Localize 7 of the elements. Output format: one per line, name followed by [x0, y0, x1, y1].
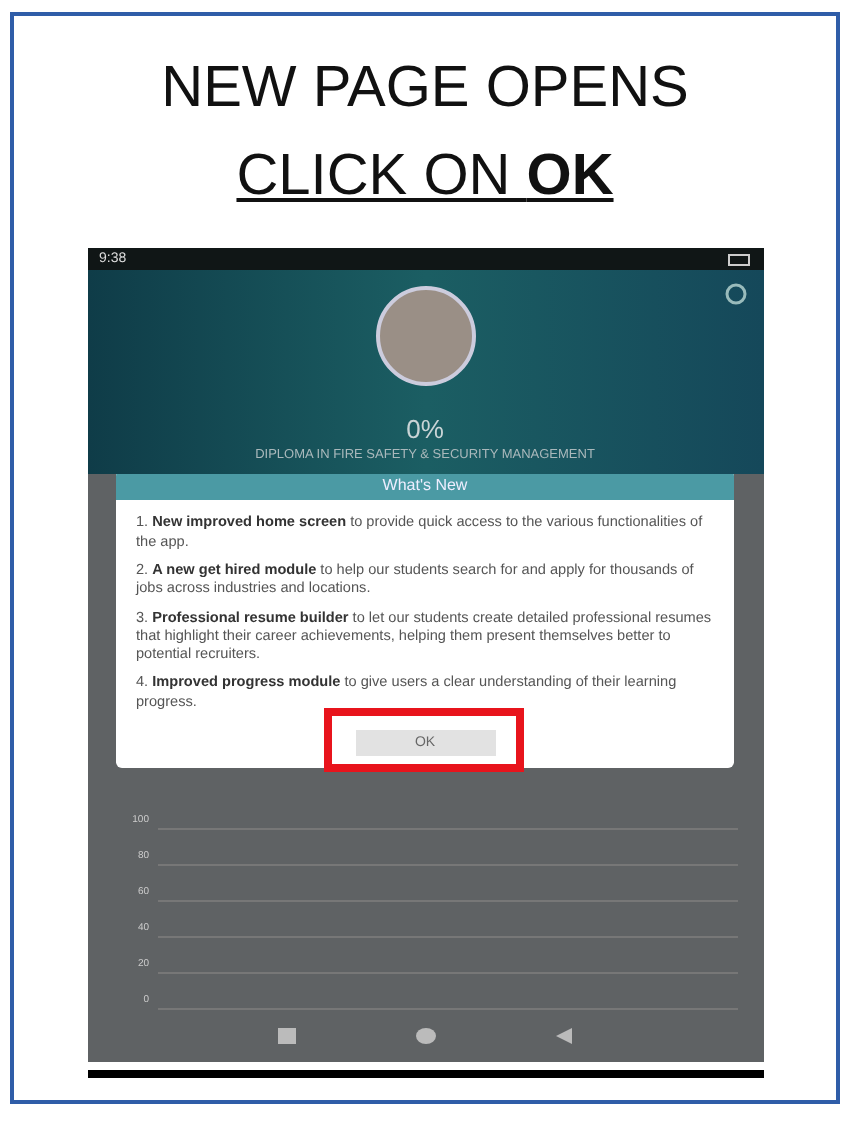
settings-icon	[723, 282, 747, 307]
progress-percent: 0%	[406, 414, 444, 445]
back-icon[interactable]	[556, 1028, 572, 1044]
circle-icon[interactable]	[416, 1028, 436, 1044]
instruction-heading-underlined: CLICK ON OK	[236, 142, 614, 212]
instruction-heading: NEW PAGE OPENS	[159, 54, 691, 124]
battery-icon	[727, 253, 751, 266]
